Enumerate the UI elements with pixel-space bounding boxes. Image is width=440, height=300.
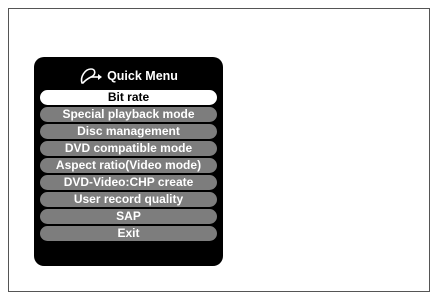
menu-item-aspect-ratio[interactable]: Aspect ratio(Video mode)	[40, 158, 217, 173]
quick-menu-header: Quick Menu	[40, 63, 217, 89]
tv-screen: Quick Menu Bit rate Special playback mod…	[8, 8, 430, 292]
menu-item-disc-management[interactable]: Disc management	[40, 124, 217, 139]
menu-item-dvd-video-chp-create[interactable]: DVD-Video:CHP create	[40, 175, 217, 190]
quick-menu-panel: Quick Menu Bit rate Special playback mod…	[34, 57, 223, 266]
menu-item-sap[interactable]: SAP	[40, 209, 217, 224]
menu-item-bit-rate[interactable]: Bit rate	[40, 90, 217, 105]
quick-menu-title: Quick Menu	[107, 69, 178, 83]
quick-menu-list: Bit rate Special playback mode Disc mana…	[40, 90, 217, 241]
menu-item-dvd-compatible-mode[interactable]: DVD compatible mode	[40, 141, 217, 156]
menu-item-user-record-quality[interactable]: User record quality	[40, 192, 217, 207]
menu-item-exit[interactable]: Exit	[40, 226, 217, 241]
remote-hand-icon	[79, 65, 105, 87]
menu-item-special-playback-mode[interactable]: Special playback mode	[40, 107, 217, 122]
